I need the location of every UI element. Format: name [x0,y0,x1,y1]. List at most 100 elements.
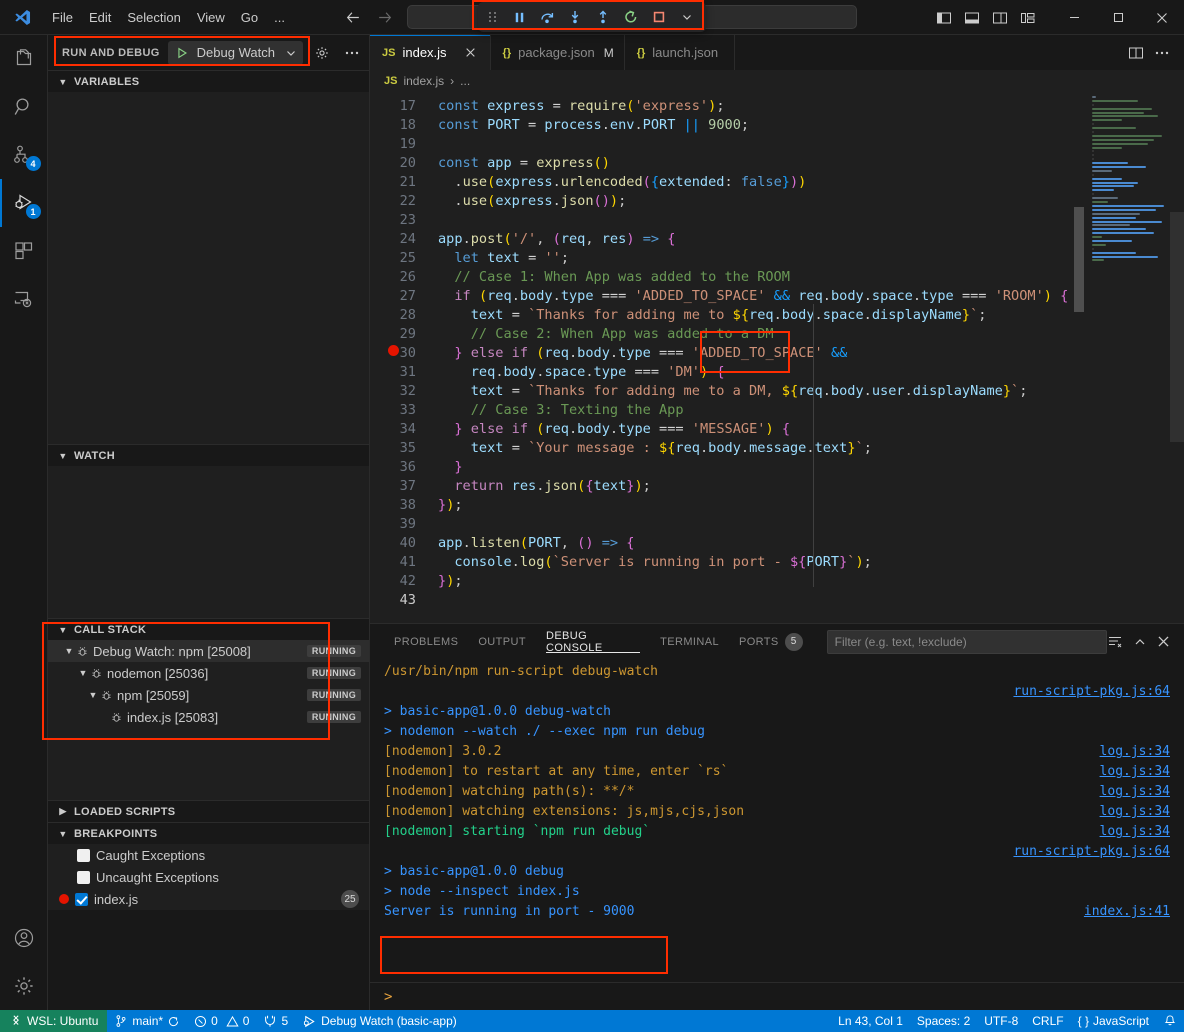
tab-package-json[interactable]: {} package.json M [491,35,625,70]
tab-index-js[interactable]: JS index.js [370,35,491,70]
call-stack-row[interactable]: ▼ Debug Watch: npm [25008] RUNNING [48,640,369,662]
ellipsis-icon[interactable] [341,42,363,64]
sidebar-item-source-control[interactable]: 4 [0,131,48,179]
minimap-slider[interactable] [1170,212,1184,442]
close-icon[interactable] [1140,0,1184,35]
code-editor[interactable]: 17const express = require('express'); 18… [370,92,1184,623]
breadcrumb-file[interactable]: index.js [403,74,444,88]
close-panel-icon[interactable] [1157,635,1170,648]
console-source-link[interactable]: run-script-pkg.js:64 [1013,842,1170,862]
back-arrow-icon[interactable] [345,9,362,26]
step-out-button[interactable] [590,5,616,29]
chevron-down-icon[interactable]: ▼ [62,646,76,656]
status-language-mode[interactable]: { } JavaScript [1071,1010,1156,1032]
status-encoding[interactable]: UTF-8 [977,1010,1025,1032]
drag-handle-icon[interactable] [484,12,501,22]
status-eol[interactable]: CRLF [1025,1010,1070,1032]
tab-ports[interactable]: PORTS 5 [729,624,813,659]
sidebar-item-explorer[interactable] [0,35,48,83]
toggle-secondary-sidebar-icon[interactable] [990,8,1010,28]
menu-file[interactable]: File [44,7,81,28]
close-icon[interactable] [462,44,480,62]
filter-input[interactable]: Filter (e.g. text, !exclude) [827,630,1107,654]
status-indentation[interactable]: Spaces: 2 [910,1010,977,1032]
sidebar-item-search[interactable] [0,83,48,131]
chevron-down-icon[interactable]: ▼ [76,668,90,678]
console-source-link[interactable]: index.js:41 [1084,902,1170,922]
collapse-panel-icon[interactable] [1133,635,1147,649]
sidebar-item-extensions[interactable] [0,227,48,275]
tab-output[interactable]: OUTPUT [468,624,536,659]
account-icon[interactable] [0,914,48,962]
status-ports[interactable]: 5 [256,1010,295,1032]
stop-button[interactable] [646,5,672,29]
console-source-link[interactable]: run-script-pkg.js:64 [1013,682,1170,702]
console-source-link[interactable]: log.js:34 [1100,822,1170,842]
chevron-down-icon[interactable] [285,47,297,59]
more-actions-icon[interactable] [1154,45,1170,61]
breakpoint-checkbox[interactable] [75,893,88,906]
split-editor-icon[interactable] [1128,45,1144,61]
clear-console-icon[interactable] [1107,634,1123,650]
breakpoint-row[interactable]: Caught Exceptions [48,844,369,866]
breakpoint-row[interactable]: Uncaught Exceptions [48,866,369,888]
console-source-link[interactable]: log.js:34 [1100,782,1170,802]
breakpoint-row[interactable]: index.js 25 [48,888,369,910]
minimize-icon[interactable] [1052,0,1096,35]
section-header-call-stack[interactable]: ▼ CALL STACK [48,618,369,640]
console-source-link[interactable]: log.js:34 [1100,802,1170,822]
call-stack-row[interactable]: ▼ npm [25059] RUNNING [48,684,369,706]
menu-edit[interactable]: Edit [81,7,119,28]
status-debug-session[interactable]: Debug Watch (basic-app) [295,1010,464,1032]
section-header-breakpoints[interactable]: ▼ BREAKPOINTS [48,822,369,844]
tab-terminal[interactable]: TERMINAL [650,624,729,659]
breakpoint-checkbox[interactable] [77,849,90,862]
maximize-icon[interactable] [1096,0,1140,35]
console-source-link[interactable]: log.js:34 [1100,762,1170,782]
tab-launch-json[interactable]: {} launch.json [625,35,735,70]
section-label-call-stack: CALL STACK [74,624,146,636]
play-icon[interactable] [175,46,189,60]
pause-button[interactable] [506,5,532,29]
tab-problems[interactable]: PROBLEMS [384,624,468,659]
status-branch[interactable]: main* [107,1010,187,1032]
section-header-variables[interactable]: ▼ VARIABLES [48,70,369,92]
toggle-primary-sidebar-icon[interactable] [934,8,954,28]
status-notifications[interactable] [1156,1010,1184,1032]
console-source-link[interactable]: log.js:34 [1100,742,1170,762]
status-remote[interactable]: WSL: Ubuntu [0,1010,107,1032]
chevron-down-icon[interactable] [674,5,700,29]
section-header-watch[interactable]: ▼ WATCH [48,444,369,466]
call-stack-row[interactable]: ▼ nodemon [25036] RUNNING [48,662,369,684]
section-header-loaded-scripts[interactable]: ▶ LOADED SCRIPTS [48,800,369,822]
launch-config-select[interactable]: Debug Watch [168,41,303,65]
menu-view[interactable]: View [189,7,233,28]
editor-breakpoint-dot[interactable] [388,345,399,356]
step-over-button[interactable] [534,5,560,29]
status-cursor-position[interactable]: Ln 43, Col 1 [831,1010,910,1032]
forward-arrow-icon[interactable] [376,9,393,26]
call-stack-row[interactable]: index.js [25083] RUNNING [48,706,369,728]
sidebar-item-remote-explorer[interactable] [0,275,48,323]
debug-console-input[interactable]: > [370,982,1184,1010]
code-content[interactable]: 17const express = require('express'); 18… [370,92,1084,623]
menu-selection[interactable]: Selection [119,7,188,28]
menu-go[interactable]: Go [233,7,266,28]
debug-console-output[interactable]: /usr/bin/npm run-script debug-watch run-… [370,659,1184,982]
breakpoint-checkbox[interactable] [77,871,90,884]
console-line: [nodemon] to restart at any time, enter … [370,762,1184,782]
step-into-button[interactable] [562,5,588,29]
chevron-down-icon[interactable]: ▼ [86,690,100,700]
editor-scrollbar[interactable] [1074,207,1084,312]
status-problems[interactable]: 0 0 [187,1010,256,1032]
breadcrumb-symbol[interactable]: ... [460,74,470,88]
tab-debug-console[interactable]: DEBUG CONSOLE [536,624,650,659]
sidebar-item-run-and-debug[interactable]: 1 [0,179,48,227]
minimap[interactable] [1084,92,1184,623]
gear-icon[interactable] [311,42,333,64]
gear-icon[interactable] [0,962,48,1010]
toggle-panel-icon[interactable] [962,8,982,28]
menu-more[interactable]: ... [266,7,293,28]
customize-layout-icon[interactable] [1018,8,1038,28]
restart-button[interactable] [618,5,644,29]
